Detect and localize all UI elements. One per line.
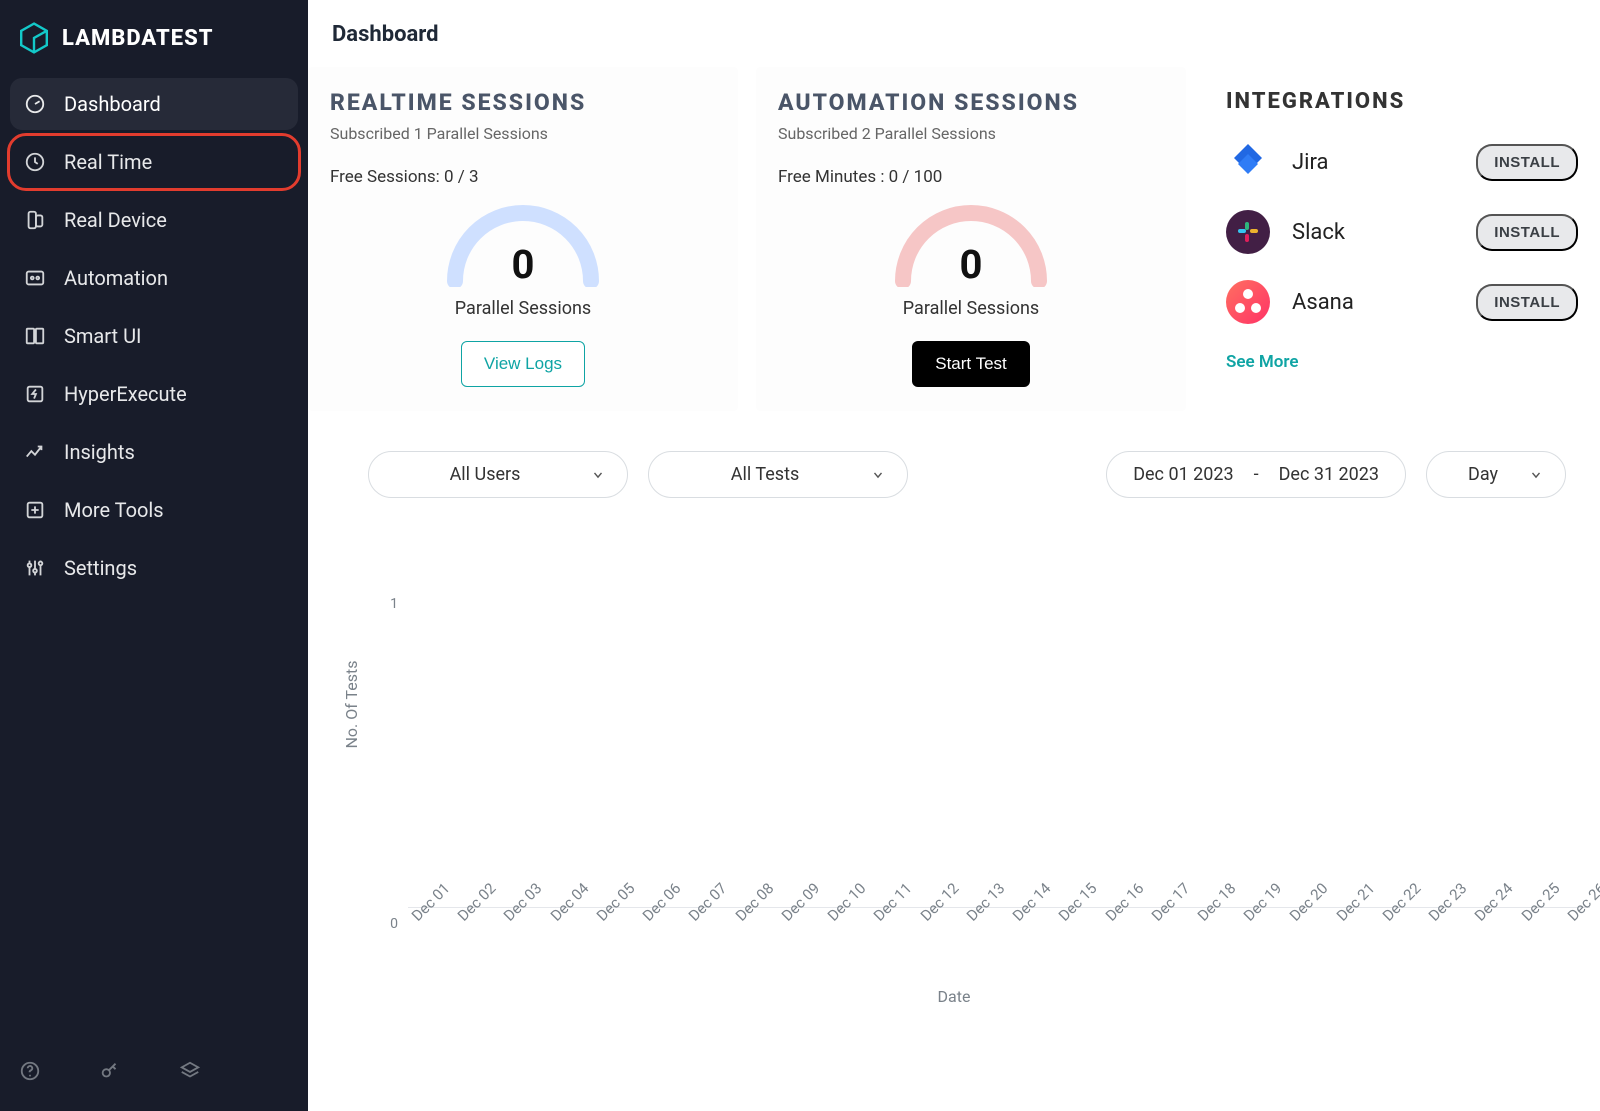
settings-icon — [24, 557, 46, 579]
realtime-subtitle: Subscribed 1 Parallel Sessions — [330, 124, 716, 143]
sidebar-item-label: Automation — [64, 266, 168, 290]
automation-icon — [24, 267, 46, 289]
help-icon[interactable] — [18, 1059, 42, 1083]
automation-title: AUTOMATION SESSIONS — [778, 89, 1164, 116]
insights-icon — [24, 441, 46, 463]
realtime-gauge: 0 Parallel Sessions — [330, 195, 716, 319]
date-range-picker[interactable]: Dec 01 2023 - Dec 31 2023 — [1106, 451, 1406, 498]
granularity-label: Day — [1449, 464, 1517, 485]
sidebar-item-hyperexecute[interactable]: HyperExecute — [10, 368, 298, 420]
start-test-button[interactable]: Start Test — [912, 341, 1030, 387]
key-icon[interactable] — [98, 1059, 122, 1083]
main: Dashboard REALTIME SESSIONS Subscribed 1… — [308, 0, 1600, 1111]
chevron-down-icon — [1529, 468, 1543, 482]
jira-logo-icon — [1226, 140, 1270, 184]
date-to: Dec 31 2023 — [1279, 464, 1379, 485]
slack-logo-icon — [1226, 210, 1270, 254]
brand-name: LAMBDATEST — [62, 26, 214, 51]
automation-gauge-label: Parallel Sessions — [903, 298, 1039, 319]
chart-xlabel: Date — [308, 987, 1600, 1006]
integration-row-asana: Asana INSTALL — [1226, 280, 1578, 324]
dashboard-icon — [24, 93, 46, 115]
sidebar-item-label: Dashboard — [64, 92, 161, 116]
granularity-select[interactable]: Day — [1426, 451, 1566, 498]
sidebar-nav: Dashboard Real Time Real Device Automation S… — [10, 78, 298, 594]
automation-sessions-card: AUTOMATION SESSIONS Subscribed 2 Paralle… — [756, 67, 1186, 411]
moretools-icon — [24, 499, 46, 521]
sidebar-item-real-device[interactable]: Real Device — [10, 194, 298, 246]
realtime-gauge-value: 0 — [512, 241, 535, 288]
sidebar-item-more-tools[interactable]: More Tools — [10, 484, 298, 536]
integrations-card: INTEGRATIONS JiraINSTALLSlackINSTALLAsan… — [1204, 67, 1600, 411]
tests-chart: No. Of Tests 01 Dec 01Dec 02Dec 03Dec 04… — [308, 498, 1600, 1018]
chart-ylabel: No. Of Tests — [342, 661, 361, 749]
sidebar-item-label: Insights — [64, 440, 135, 464]
realdevice-icon — [24, 209, 46, 231]
integration-row-slack: Slack INSTALL — [1226, 210, 1578, 254]
sidebar-item-automation[interactable]: Automation — [10, 252, 298, 304]
see-more-link[interactable]: See More — [1226, 352, 1578, 372]
automation-gauge-value: 0 — [960, 241, 983, 288]
integration-row-jira: Jira INSTALL — [1226, 140, 1578, 184]
sidebar-item-smart-ui[interactable]: Smart UI — [10, 310, 298, 362]
chevron-down-icon — [591, 468, 605, 482]
brand: LAMBDATEST — [10, 12, 298, 78]
install-button-jira[interactable]: INSTALL — [1476, 144, 1578, 181]
users-select-label: All Users — [391, 464, 579, 485]
date-sep: - — [1254, 464, 1259, 485]
tests-select[interactable]: All Tests — [648, 451, 908, 498]
automation-gauge: 0 Parallel Sessions — [778, 195, 1164, 319]
integration-name: Jira — [1292, 150, 1454, 175]
automation-free-label: Free Minutes : 0 / 100 — [778, 167, 1164, 187]
sidebar: LAMBDATEST Dashboard Real Time Real Device… — [0, 0, 308, 1111]
sidebar-item-label: Real Device — [64, 208, 167, 232]
topbar: Dashboard — [308, 0, 1600, 61]
chevron-down-icon — [871, 468, 885, 482]
sidebar-item-label: HyperExecute — [64, 382, 187, 406]
automation-subtitle: Subscribed 2 Parallel Sessions — [778, 124, 1164, 143]
sidebar-item-label: More Tools — [64, 498, 164, 522]
sidebar-item-settings[interactable]: Settings — [10, 542, 298, 594]
realtime-sessions-card: REALTIME SESSIONS Subscribed 1 Parallel … — [308, 67, 738, 411]
integration-name: Asana — [1292, 290, 1454, 315]
realtime-icon — [24, 151, 46, 173]
integration-name: Slack — [1292, 220, 1454, 245]
hyperexecute-icon — [24, 383, 46, 405]
sidebar-item-label: Smart UI — [64, 324, 141, 348]
stack-icon[interactable] — [178, 1059, 202, 1083]
tests-select-label: All Tests — [671, 464, 859, 485]
install-button-asana[interactable]: INSTALL — [1476, 284, 1578, 321]
realtime-free-label: Free Sessions: 0 / 3 — [330, 167, 716, 187]
sidebar-footer — [10, 1043, 298, 1099]
install-button-slack[interactable]: INSTALL — [1476, 214, 1578, 251]
date-from: Dec 01 2023 — [1133, 464, 1233, 485]
filters-row: All Users All Tests Dec 01 2023 - Dec 31… — [308, 411, 1600, 498]
page-title: Dashboard — [332, 22, 1576, 47]
sidebar-item-label: Real Time — [64, 150, 152, 174]
chart-y-tick: 0 — [390, 916, 398, 932]
smartui-icon — [24, 325, 46, 347]
sidebar-item-insights[interactable]: Insights — [10, 426, 298, 478]
view-logs-button[interactable]: View Logs — [461, 341, 585, 387]
cards-row: REALTIME SESSIONS Subscribed 1 Parallel … — [308, 61, 1600, 411]
asana-logo-icon — [1226, 280, 1270, 324]
sidebar-item-dashboard[interactable]: Dashboard — [10, 78, 298, 130]
users-select[interactable]: All Users — [368, 451, 628, 498]
realtime-title: REALTIME SESSIONS — [330, 89, 716, 116]
brand-logo-icon — [18, 22, 50, 54]
sidebar-item-label: Settings — [64, 556, 137, 580]
realtime-gauge-label: Parallel Sessions — [455, 298, 591, 319]
chart-y-tick: 1 — [390, 596, 398, 612]
sidebar-item-real-time[interactable]: Real Time — [10, 136, 298, 188]
integrations-title: INTEGRATIONS — [1226, 89, 1578, 114]
